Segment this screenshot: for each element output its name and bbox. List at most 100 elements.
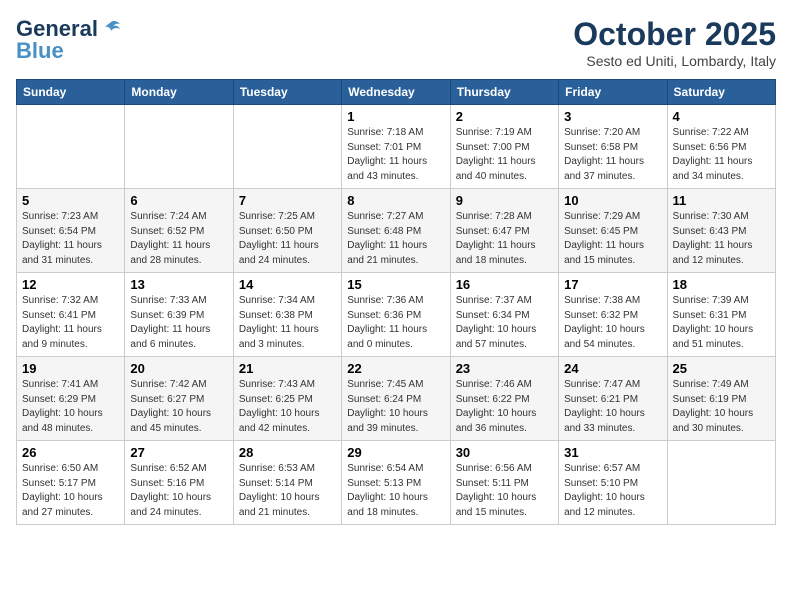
calendar-cell: 5 Sunrise: 7:23 AM Sunset: 6:54 PM Daylig…	[17, 189, 125, 273]
day-number: 20	[130, 361, 227, 376]
calendar-cell: 3 Sunrise: 7:20 AM Sunset: 6:58 PM Daylig…	[559, 105, 667, 189]
day-number: 3	[564, 109, 661, 124]
calendar-cell: 20 Sunrise: 7:42 AM Sunset: 6:27 PM Dayli…	[125, 357, 233, 441]
day-info: Sunrise: 7:29 AM Sunset: 6:45 PM Dayligh…	[564, 210, 661, 268]
calendar-cell: 26 Sunrise: 6:50 AM Sunset: 5:17 PM Dayli…	[17, 441, 125, 525]
day-info: Sunrise: 7:23 AM Sunset: 6:54 PM Dayligh…	[22, 210, 119, 268]
day-header-wednesday: Wednesday	[342, 80, 450, 105]
day-info: Sunrise: 7:30 AM Sunset: 6:43 PM Dayligh…	[673, 210, 770, 268]
day-number: 4	[673, 109, 770, 124]
calendar-cell: 6 Sunrise: 7:24 AM Sunset: 6:52 PM Daylig…	[125, 189, 233, 273]
calendar-cell: 12Sunrise: 7:32 AM Sunset: 6:41 PM Dayli…	[17, 273, 125, 357]
calendar-cell: 9Sunrise: 7:28 AM Sunset: 6:47 PM Daylig…	[450, 189, 558, 273]
day-number: 8	[347, 193, 444, 208]
day-info: Sunrise: 6:50 AM Sunset: 5:17 PM Dayligh…	[22, 462, 119, 520]
logo: General Blue	[16, 16, 122, 64]
calendar-cell	[667, 441, 775, 525]
calendar-cell: 28Sunrise: 6:53 AM Sunset: 5:14 PM Dayli…	[233, 441, 341, 525]
day-header-monday: Monday	[125, 80, 233, 105]
calendar-cell: 13 Sunrise: 7:33 AM Sunset: 6:39 PM Dayli…	[125, 273, 233, 357]
day-number: 24	[564, 361, 661, 376]
day-info: Sunrise: 6:57 AM Sunset: 5:10 PM Dayligh…	[564, 462, 661, 520]
day-info: Sunrise: 6:53 AM Sunset: 5:14 PM Dayligh…	[239, 462, 336, 520]
day-number: 17	[564, 277, 661, 292]
day-header-friday: Friday	[559, 80, 667, 105]
week-row: 26 Sunrise: 6:50 AM Sunset: 5:17 PM Dayli…	[17, 441, 776, 525]
day-info: Sunrise: 7:28 AM Sunset: 6:47 PM Dayligh…	[456, 210, 553, 268]
calendar-cell: 25 Sunrise: 7:49 AM Sunset: 6:19 PM Dayli…	[667, 357, 775, 441]
day-info: Sunrise: 7:19 AM Sunset: 7:00 PM Dayligh…	[456, 126, 553, 184]
day-info: Sunrise: 7:45 AM Sunset: 6:24 PM Dayligh…	[347, 378, 444, 436]
week-row: 19 Sunrise: 7:41 AM Sunset: 6:29 PM Dayli…	[17, 357, 776, 441]
day-number: 19	[22, 361, 119, 376]
day-info: Sunrise: 7:37 AM Sunset: 6:34 PM Dayligh…	[456, 294, 553, 352]
day-info: Sunrise: 7:47 AM Sunset: 6:21 PM Dayligh…	[564, 378, 661, 436]
calendar-cell: 14 Sunrise: 7:34 AM Sunset: 6:38 PM Dayli…	[233, 273, 341, 357]
calendar-cell: 19 Sunrise: 7:41 AM Sunset: 6:29 PM Dayli…	[17, 357, 125, 441]
day-number: 21	[239, 361, 336, 376]
location: Sesto ed Uniti, Lombardy, Italy	[573, 53, 776, 69]
page-header: General Blue October 2025 Sesto ed Uniti…	[16, 16, 776, 69]
calendar-cell: 16 Sunrise: 7:37 AM Sunset: 6:34 PM Dayli…	[450, 273, 558, 357]
calendar-cell: 30 Sunrise: 6:56 AM Sunset: 5:11 PM Dayli…	[450, 441, 558, 525]
day-info: Sunrise: 7:22 AM Sunset: 6:56 PM Dayligh…	[673, 126, 770, 184]
day-info: Sunrise: 7:18 AM Sunset: 7:01 PM Dayligh…	[347, 126, 444, 184]
day-number: 10	[564, 193, 661, 208]
day-info: Sunrise: 7:25 AM Sunset: 6:50 PM Dayligh…	[239, 210, 336, 268]
calendar-cell: 1Sunrise: 7:18 AM Sunset: 7:01 PM Daylig…	[342, 105, 450, 189]
calendar-cell: 15Sunrise: 7:36 AM Sunset: 6:36 PM Dayli…	[342, 273, 450, 357]
calendar-cell: 24 Sunrise: 7:47 AM Sunset: 6:21 PM Dayli…	[559, 357, 667, 441]
calendar-cell: 4 Sunrise: 7:22 AM Sunset: 6:56 PM Daylig…	[667, 105, 775, 189]
day-info: Sunrise: 7:43 AM Sunset: 6:25 PM Dayligh…	[239, 378, 336, 436]
day-number: 30	[456, 445, 553, 460]
day-number: 25	[673, 361, 770, 376]
day-info: Sunrise: 7:42 AM Sunset: 6:27 PM Dayligh…	[130, 378, 227, 436]
logo-bird-icon	[100, 18, 122, 40]
calendar-cell: 8 Sunrise: 7:27 AM Sunset: 6:48 PM Daylig…	[342, 189, 450, 273]
calendar-cell: 2 Sunrise: 7:19 AM Sunset: 7:00 PM Daylig…	[450, 105, 558, 189]
day-info: Sunrise: 6:56 AM Sunset: 5:11 PM Dayligh…	[456, 462, 553, 520]
day-info: Sunrise: 7:49 AM Sunset: 6:19 PM Dayligh…	[673, 378, 770, 436]
day-info: Sunrise: 7:33 AM Sunset: 6:39 PM Dayligh…	[130, 294, 227, 352]
calendar-cell	[125, 105, 233, 189]
calendar-cell: 22Sunrise: 7:45 AM Sunset: 6:24 PM Dayli…	[342, 357, 450, 441]
day-number: 26	[22, 445, 119, 460]
day-number: 14	[239, 277, 336, 292]
day-info: Sunrise: 7:24 AM Sunset: 6:52 PM Dayligh…	[130, 210, 227, 268]
calendar-cell: 11Sunrise: 7:30 AM Sunset: 6:43 PM Dayli…	[667, 189, 775, 273]
day-info: Sunrise: 7:46 AM Sunset: 6:22 PM Dayligh…	[456, 378, 553, 436]
calendar-header-row: SundayMondayTuesdayWednesdayThursdayFrid…	[17, 80, 776, 105]
calendar-cell: 29Sunrise: 6:54 AM Sunset: 5:13 PM Dayli…	[342, 441, 450, 525]
day-number: 6	[130, 193, 227, 208]
day-info: Sunrise: 7:20 AM Sunset: 6:58 PM Dayligh…	[564, 126, 661, 184]
day-info: Sunrise: 7:34 AM Sunset: 6:38 PM Dayligh…	[239, 294, 336, 352]
day-header-tuesday: Tuesday	[233, 80, 341, 105]
week-row: 5 Sunrise: 7:23 AM Sunset: 6:54 PM Daylig…	[17, 189, 776, 273]
day-number: 27	[130, 445, 227, 460]
calendar-cell: 10 Sunrise: 7:29 AM Sunset: 6:45 PM Dayli…	[559, 189, 667, 273]
day-number: 5	[22, 193, 119, 208]
logo-blue: Blue	[16, 38, 64, 64]
day-number: 16	[456, 277, 553, 292]
day-info: Sunrise: 7:39 AM Sunset: 6:31 PM Dayligh…	[673, 294, 770, 352]
day-header-thursday: Thursday	[450, 80, 558, 105]
day-header-sunday: Sunday	[17, 80, 125, 105]
day-number: 18	[673, 277, 770, 292]
day-number: 29	[347, 445, 444, 460]
day-info: Sunrise: 7:32 AM Sunset: 6:41 PM Dayligh…	[22, 294, 119, 352]
week-row: 1Sunrise: 7:18 AM Sunset: 7:01 PM Daylig…	[17, 105, 776, 189]
day-number: 2	[456, 109, 553, 124]
title-block: October 2025 Sesto ed Uniti, Lombardy, I…	[573, 16, 776, 69]
calendar-cell: 21 Sunrise: 7:43 AM Sunset: 6:25 PM Dayli…	[233, 357, 341, 441]
calendar-cell: 17Sunrise: 7:38 AM Sunset: 6:32 PM Dayli…	[559, 273, 667, 357]
calendar-cell	[17, 105, 125, 189]
calendar-cell: 23Sunrise: 7:46 AM Sunset: 6:22 PM Dayli…	[450, 357, 558, 441]
day-number: 13	[130, 277, 227, 292]
calendar-cell: 27 Sunrise: 6:52 AM Sunset: 5:16 PM Dayli…	[125, 441, 233, 525]
calendar-cell: 18 Sunrise: 7:39 AM Sunset: 6:31 PM Dayli…	[667, 273, 775, 357]
day-info: Sunrise: 6:52 AM Sunset: 5:16 PM Dayligh…	[130, 462, 227, 520]
calendar-cell: 7Sunrise: 7:25 AM Sunset: 6:50 PM Daylig…	[233, 189, 341, 273]
day-info: Sunrise: 7:27 AM Sunset: 6:48 PM Dayligh…	[347, 210, 444, 268]
day-info: Sunrise: 7:41 AM Sunset: 6:29 PM Dayligh…	[22, 378, 119, 436]
day-number: 15	[347, 277, 444, 292]
